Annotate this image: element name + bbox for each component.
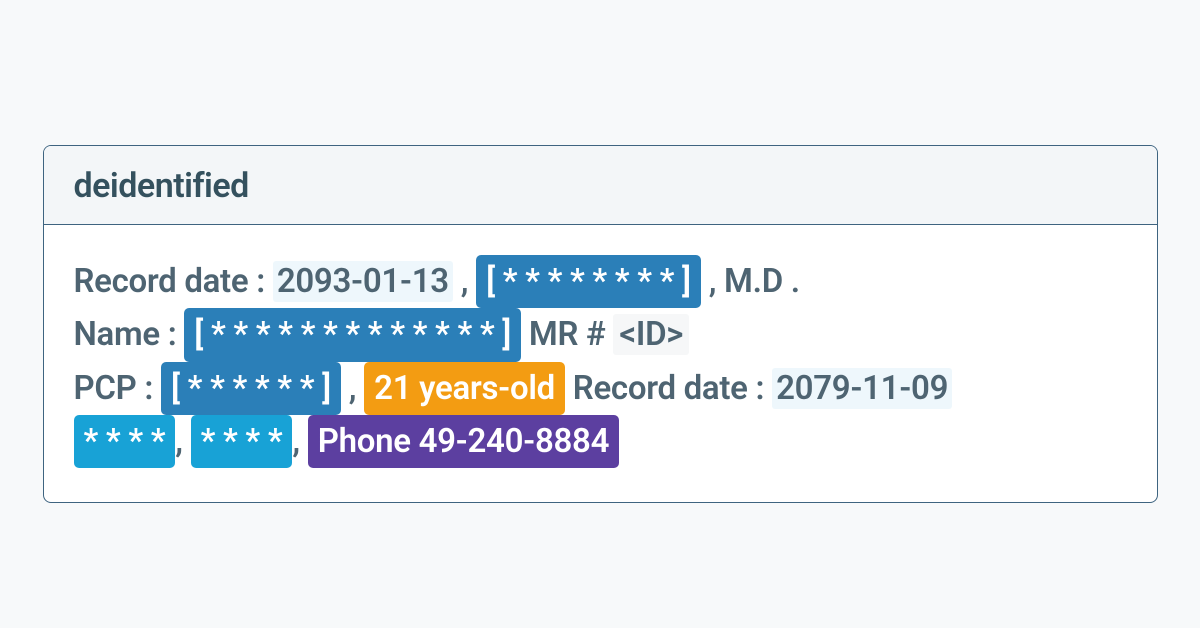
record-date-value: 2093-01-13 [273, 261, 453, 302]
record-date-label: Record date : [74, 262, 265, 301]
masked-item-1: * * * * [74, 415, 176, 468]
mr-label: MR # [529, 315, 606, 354]
masked-pcp-name: [ * * * * * * ] [161, 362, 341, 415]
pcp-label: PCP : [74, 369, 154, 408]
line-4: * * * *, * * * *, Phone 49-240-8884 [74, 415, 1127, 468]
separator: , [461, 262, 468, 301]
separator: , [175, 422, 182, 461]
record-date-label-2: Record date : [573, 369, 764, 408]
masked-patient-name: [ * * * * * * * * * * * * * ] [184, 308, 521, 361]
phone-chip: Phone 49-240-8884 [308, 415, 619, 468]
age-chip: 21 years-old [364, 362, 565, 415]
panel-body: Record date : 2093-01-13 , [ * * * * * *… [44, 225, 1157, 502]
separator: , [709, 262, 716, 301]
deidentified-panel: deidentified Record date : 2093-01-13 , … [43, 145, 1158, 503]
masked-item-2: * * * * [191, 415, 293, 468]
separator: , [292, 422, 299, 461]
name-label: Name : [74, 315, 177, 354]
separator: , [349, 369, 356, 408]
panel-title: deidentified [44, 146, 1157, 225]
line-3: PCP : [ * * * * * * ] , 21 years-old Rec… [74, 362, 1127, 415]
line-2: Name : [ * * * * * * * * * * * * * ] MR … [74, 308, 1127, 361]
record-date-value-2: 2079-11-09 [772, 368, 952, 409]
masked-doctor-name: [ * * * * * * * * ] [476, 255, 701, 308]
mr-id-value: <ID> [613, 314, 689, 355]
credential-suffix: M.D . [724, 262, 800, 301]
line-1: Record date : 2093-01-13 , [ * * * * * *… [74, 255, 1127, 308]
